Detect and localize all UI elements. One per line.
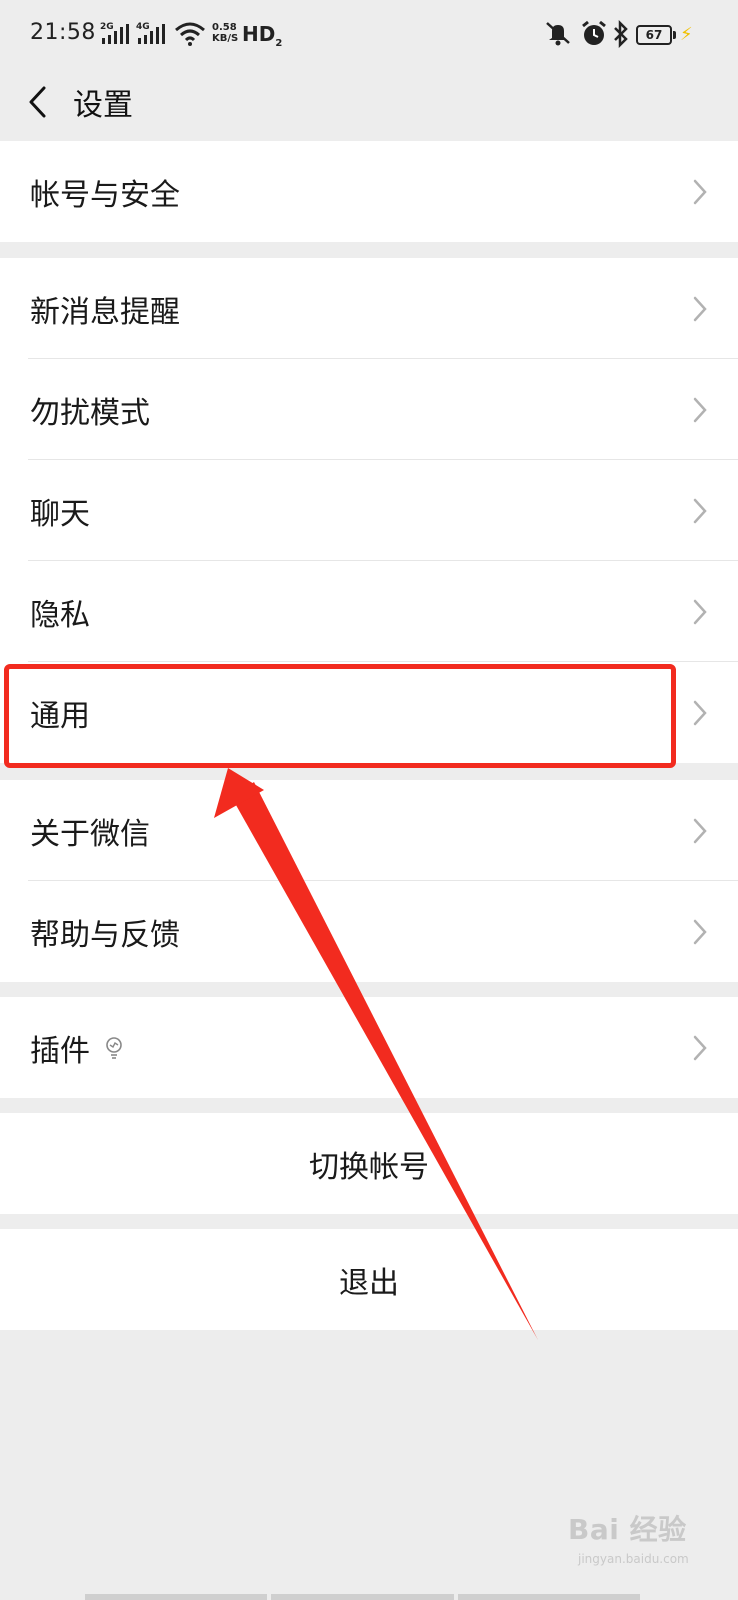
settings-item-about-wechat[interactable]: 关于微信	[0, 780, 738, 881]
lightbulb-icon	[106, 1036, 122, 1059]
logout-group: 退出	[0, 1229, 738, 1330]
nav-header: 设置	[0, 70, 738, 142]
chevron-right-icon	[693, 599, 707, 624]
chevron-right-icon	[693, 179, 707, 204]
switch-account-button[interactable]: 切换帐号	[0, 1113, 738, 1214]
chevron-right-icon	[693, 919, 707, 944]
bottom-strip	[85, 1594, 640, 1600]
status-bar: 21:58 2G 4G 0.58 KB/S HD2 67 ⚡	[0, 0, 738, 70]
chevron-left-icon[interactable]	[22, 82, 62, 122]
chevron-right-icon	[693, 1035, 707, 1060]
signal-icon: 2G	[100, 22, 132, 44]
watermark-brand: Bai 经验	[568, 1513, 687, 1546]
account-group: 帐号与安全	[0, 141, 738, 242]
baidu-watermark: Bai 经验 jingyan.baidu.com	[568, 1506, 708, 1566]
mute-icon	[546, 22, 570, 46]
wifi-icon	[175, 22, 205, 46]
settings-item-label: 插件	[30, 1033, 90, 1069]
settings-item-account-security[interactable]: 帐号与安全	[0, 141, 738, 242]
logout-button[interactable]: 退出	[0, 1229, 738, 1330]
settings-item-label: 帮助与反馈	[30, 917, 180, 953]
chevron-right-icon	[693, 700, 707, 725]
annotation-highlight-box	[4, 664, 676, 768]
settings-screen: 21:58 2G 4G 0.58 KB/S HD2 67 ⚡ 设置 帐号与安全 …	[0, 0, 738, 1600]
logout-label: 退出	[339, 1265, 399, 1301]
network-speed: 0.58 KB/S	[212, 22, 239, 44]
switch-account-group: 切换帐号	[0, 1113, 738, 1214]
settings-item-do-not-disturb[interactable]: 勿扰模式	[0, 359, 738, 460]
chevron-right-icon	[693, 818, 707, 843]
battery-icon: 67	[636, 25, 676, 45]
settings-item-label: 勿扰模式	[30, 395, 150, 431]
settings-item-notifications[interactable]: 新消息提醒	[0, 258, 738, 359]
settings-item-help-feedback[interactable]: 帮助与反馈	[0, 881, 738, 982]
chevron-right-icon	[693, 397, 707, 422]
chevron-right-icon	[693, 296, 707, 321]
watermark-url: jingyan.baidu.com	[578, 1552, 689, 1566]
about-group: 关于微信 帮助与反馈	[0, 780, 738, 982]
clock: 21:58	[30, 20, 96, 45]
settings-item-label: 隐私	[30, 597, 90, 633]
settings-item-label: 关于微信	[30, 816, 150, 852]
settings-item-label: 帐号与安全	[30, 177, 180, 213]
plugins-group: 插件	[0, 997, 738, 1098]
settings-item-privacy[interactable]: 隐私	[0, 561, 738, 662]
switch-account-label: 切换帐号	[309, 1149, 429, 1185]
settings-item-label: 聊天	[30, 496, 90, 532]
page-title: 设置	[73, 88, 133, 123]
alarm-icon	[582, 20, 606, 45]
chevron-right-icon	[693, 498, 707, 523]
settings-item-chat[interactable]: 聊天	[0, 460, 738, 561]
settings-item-label: 新消息提醒	[30, 294, 180, 330]
signal-icon: 4G	[136, 22, 168, 44]
bluetooth-icon	[614, 20, 628, 48]
settings-item-plugins[interactable]: 插件	[0, 997, 738, 1098]
hd-indicator: HD2	[242, 22, 283, 49]
charging-icon: ⚡	[680, 24, 693, 45]
